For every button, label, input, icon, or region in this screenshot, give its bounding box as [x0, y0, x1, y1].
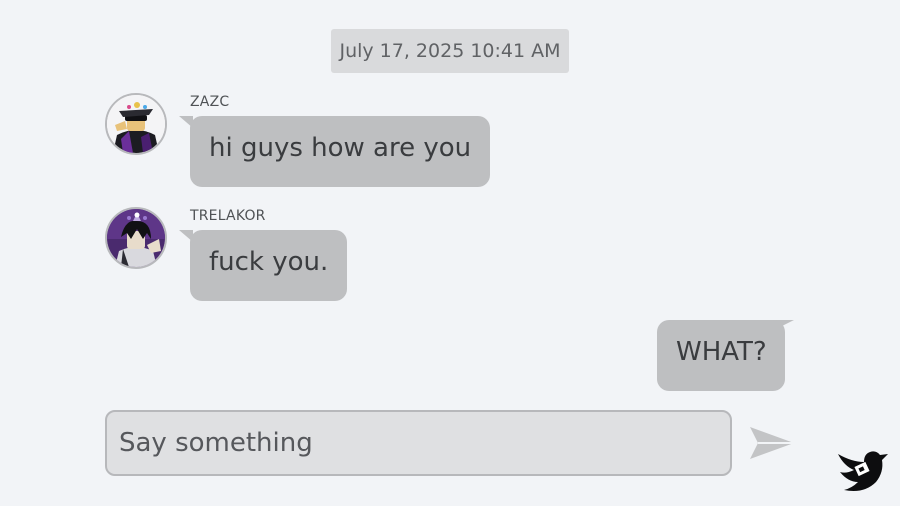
bird-logo-icon	[834, 446, 888, 494]
message-text: hi guys how are you	[209, 133, 472, 163]
timestamp-badge: July 17, 2025 10:41 AM	[331, 29, 569, 73]
message-bubble: hi guys how are you	[190, 116, 491, 187]
message-text: fuck you.	[209, 247, 329, 277]
sender-name: ZAZC	[190, 94, 230, 110]
avatar-trelakor-icon[interactable]	[105, 207, 167, 269]
message-bubble: fuck you.	[190, 230, 348, 301]
avatar-zazc-icon[interactable]	[105, 93, 167, 155]
send-icon[interactable]	[748, 423, 796, 463]
message-text: WHAT?	[676, 337, 767, 367]
message-bubble-outgoing: WHAT?	[657, 320, 785, 391]
chat-input[interactable]: Say something	[105, 410, 732, 476]
sender-name: TRELAKOR	[190, 208, 266, 224]
chat-input-placeholder: Say something	[119, 428, 313, 458]
